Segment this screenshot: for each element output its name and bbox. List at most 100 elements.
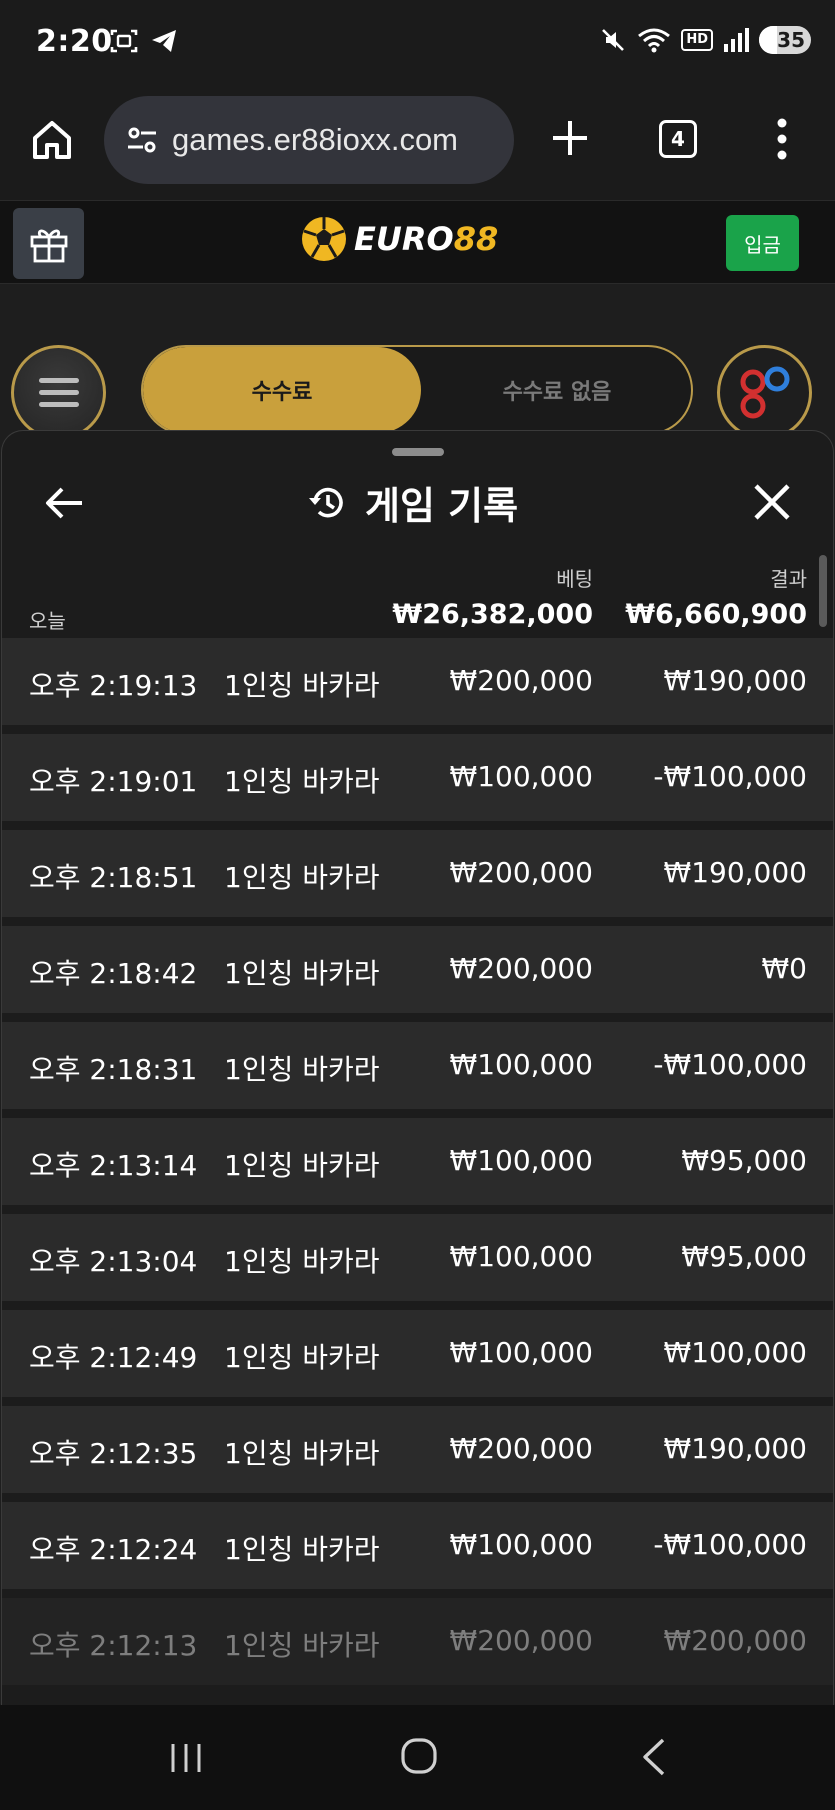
history-row[interactable]: 오후 2:18:31 1인칭 바카라 ₩100,000 -₩100,000 xyxy=(2,1022,833,1109)
telegram-icon xyxy=(152,30,176,52)
games-rings-icon xyxy=(740,366,790,419)
status-notification-icons xyxy=(110,28,178,54)
row-result: ₩95,000 xyxy=(681,1240,807,1273)
row-game: 1인칭 바카라 xyxy=(224,861,380,894)
row-result: ₩100,000 xyxy=(663,1336,807,1369)
row-bet: ₩200,000 xyxy=(449,664,593,697)
wifi-icon xyxy=(638,28,671,53)
history-row[interactable]: 오후 2:12:13 1인칭 바카라 ₩200,000 ₩200,000 xyxy=(2,1598,833,1685)
row-game: 1인칭 바카라 xyxy=(224,1149,380,1182)
history-row[interactable]: 오후 2:12:35 1인칭 바카라 ₩200,000 ₩190,000 xyxy=(2,1406,833,1493)
games-button[interactable] xyxy=(717,345,812,440)
row-bet: ₩100,000 xyxy=(449,760,593,793)
system-navigation-bar xyxy=(0,1705,835,1810)
arrow-left-icon[interactable] xyxy=(42,481,86,525)
history-row[interactable]: 오후 2:12:49 1인칭 바카라 ₩100,000 ₩100,000 xyxy=(2,1310,833,1397)
sheet-title: 게임 기록 xyxy=(307,475,518,530)
row-time: 오후 2:12:49 xyxy=(29,1341,198,1374)
scrollbar[interactable] xyxy=(819,555,827,627)
row-result: ₩190,000 xyxy=(663,664,807,697)
gift-icon xyxy=(30,229,67,262)
row-time: 오후 2:12:35 xyxy=(29,1437,198,1470)
battery-level: 35 xyxy=(777,28,805,52)
recent-apps-icon[interactable] xyxy=(168,1741,204,1775)
site-logo[interactable]: EURO88 xyxy=(300,215,498,263)
row-bet: ₩200,000 xyxy=(449,856,593,889)
row-result: -₩100,000 xyxy=(653,1528,807,1561)
screenshot-icon xyxy=(110,29,138,53)
mute-icon xyxy=(602,29,625,51)
tune-icon[interactable] xyxy=(122,120,162,160)
hamburger-icon xyxy=(38,377,79,407)
history-row[interactable]: 오후 2:12:24 1인칭 바카라 ₩100,000 -₩100,000 xyxy=(2,1502,833,1589)
row-game: 1인칭 바카라 xyxy=(224,1245,380,1278)
row-game: 1인칭 바카라 xyxy=(224,669,380,702)
history-row[interactable]: 오후 2:19:13 1인칭 바카라 ₩200,000 ₩190,000 xyxy=(2,638,833,725)
row-game: 1인칭 바카라 xyxy=(224,957,380,990)
signal-icon xyxy=(724,28,749,52)
hamburger-menu-button[interactable] xyxy=(11,345,106,440)
row-bet: ₩100,000 xyxy=(449,1048,593,1081)
row-result: ₩190,000 xyxy=(663,1432,807,1465)
logo-text-euro: EURO xyxy=(354,220,454,258)
site-header: EURO88 입금 xyxy=(0,200,835,284)
sheet-grab-handle[interactable] xyxy=(392,448,444,456)
row-result: ₩200,000 xyxy=(663,1624,807,1657)
row-time: 오후 2:18:51 xyxy=(29,861,198,894)
bet-total: ₩26,382,000 xyxy=(392,599,593,630)
logo-text: EURO88 xyxy=(354,220,498,258)
history-row[interactable]: 오후 2:13:14 1인칭 바카라 ₩100,000 ₩95,000 xyxy=(2,1118,833,1205)
sheet-title-text: 게임 기록 xyxy=(365,484,519,528)
history-row[interactable]: 오후 2:18:42 1인칭 바카라 ₩200,000 ₩0 xyxy=(2,926,833,1013)
hd-badge: HD xyxy=(681,29,713,51)
logo-text-88: 88 xyxy=(453,220,499,258)
row-game: 1인칭 바카라 xyxy=(224,765,380,798)
deposit-button[interactable]: 입금 xyxy=(726,215,799,271)
nav-back-icon[interactable] xyxy=(640,1737,668,1777)
row-result: ₩190,000 xyxy=(663,856,807,889)
soccer-ball-icon xyxy=(302,217,346,261)
close-icon[interactable] xyxy=(751,481,793,523)
browser-toolbar: games.er88ioxx.com 4 xyxy=(0,88,835,200)
row-bet: ₩100,000 xyxy=(449,1528,593,1561)
url-text: games.er88ioxx.com xyxy=(172,122,459,157)
fee-option[interactable]: 수수료 xyxy=(143,347,421,433)
history-row[interactable]: 오후 2:13:04 1인칭 바카라 ₩100,000 ₩95,000 xyxy=(2,1214,833,1301)
history-row[interactable]: 오후 2:19:01 1인칭 바카라 ₩100,000 -₩100,000 xyxy=(2,734,833,821)
nav-home-icon[interactable] xyxy=(400,1737,438,1775)
tab-switcher-button[interactable]: 4 xyxy=(659,120,697,158)
status-system-icons: HD 35 xyxy=(599,26,811,54)
gift-button[interactable] xyxy=(13,208,84,279)
fee-toggle[interactable]: 수수료 수수료 없음 xyxy=(141,345,693,435)
game-history-sheet: 게임 기록 오늘 베팅 결과 ₩26,382,000 ₩6,660,900 오후… xyxy=(1,430,834,1705)
row-result: ₩95,000 xyxy=(681,1144,807,1177)
no-fee-option[interactable]: 수수료 없음 xyxy=(421,347,691,433)
history-list: 오후 2:19:13 1인칭 바카라 ₩200,000 ₩190,000 오후 … xyxy=(2,638,833,1694)
row-game: 1인칭 바카라 xyxy=(224,1437,380,1470)
home-icon[interactable] xyxy=(30,118,74,162)
row-bet: ₩200,000 xyxy=(449,952,593,985)
row-game: 1인칭 바카라 xyxy=(224,1533,380,1566)
row-time: 오후 2:13:04 xyxy=(29,1245,198,1278)
history-row[interactable]: 오후 2:18:51 1인칭 바카라 ₩200,000 ₩190,000 xyxy=(2,830,833,917)
plus-icon[interactable] xyxy=(548,116,592,160)
row-bet: ₩100,000 xyxy=(449,1144,593,1177)
history-icon xyxy=(309,487,343,517)
row-bet: ₩200,000 xyxy=(449,1624,593,1657)
status-bar: 2:20 HD 35 xyxy=(0,0,835,88)
row-time: 오후 2:19:01 xyxy=(29,765,198,798)
result-total: ₩6,660,900 xyxy=(625,599,807,630)
history-summary: 오늘 베팅 결과 ₩26,382,000 ₩6,660,900 xyxy=(2,551,833,633)
row-result: -₩100,000 xyxy=(653,760,807,793)
row-time: 오후 2:18:42 xyxy=(29,957,198,990)
row-bet: ₩200,000 xyxy=(449,1432,593,1465)
today-label: 오늘 xyxy=(29,609,66,633)
more-vert-icon[interactable] xyxy=(770,116,794,162)
row-time: 오후 2:19:13 xyxy=(29,669,198,702)
row-game: 1인칭 바카라 xyxy=(224,1629,380,1662)
battery-indicator: 35 xyxy=(759,26,811,54)
status-time: 2:20 xyxy=(36,24,113,59)
address-bar[interactable]: games.er88ioxx.com xyxy=(104,96,514,184)
row-bet: ₩100,000 xyxy=(449,1240,593,1273)
row-bet: ₩100,000 xyxy=(449,1336,593,1369)
